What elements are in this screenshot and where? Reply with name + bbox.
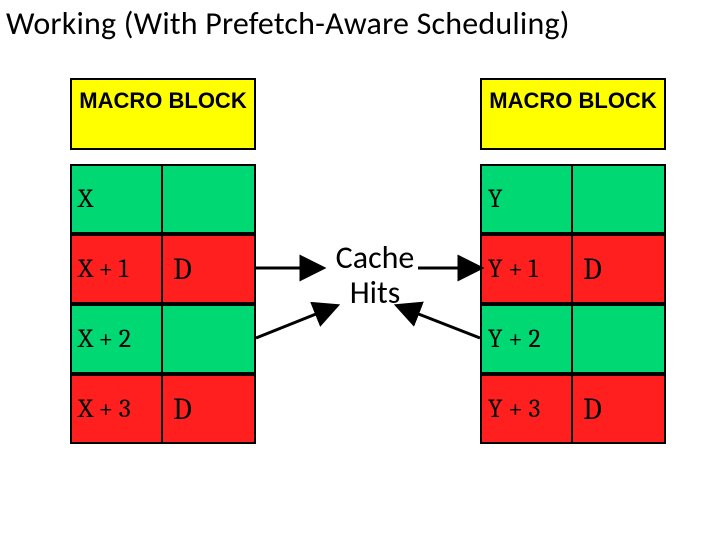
right-row-2-d	[573, 306, 664, 372]
right-row-0-label: Y	[482, 166, 573, 232]
left-row-2: X + 2	[70, 304, 256, 374]
right-row-3: Y + 3 D	[480, 374, 666, 444]
arrow-right-2	[398, 306, 480, 338]
right-row-1: Y + 1 D	[480, 234, 666, 304]
right-row-0-d	[573, 166, 664, 232]
left-row-0-d	[163, 166, 254, 232]
left-row-3: X + 3 D	[70, 374, 256, 444]
macro-block-header-right: MACRO BLOCK	[480, 78, 666, 150]
left-row-1-d: D	[163, 236, 254, 302]
left-row-1-label: X + 1	[72, 236, 163, 302]
left-row-3-d: D	[163, 376, 254, 442]
right-row-1-d: D	[573, 236, 664, 302]
right-row-2-label: Y + 2	[482, 306, 573, 372]
right-row-3-d: D	[573, 376, 664, 442]
right-row-0: Y	[480, 164, 666, 234]
left-row-3-label: X + 3	[72, 376, 163, 442]
arrow-left-2	[256, 306, 336, 338]
right-row-3-label: Y + 3	[482, 376, 573, 442]
right-row-2: Y + 2	[480, 304, 666, 374]
page-title: Working (With Prefetch-Aware Scheduling)	[0, 4, 720, 43]
left-row-0: X	[70, 164, 256, 234]
left-row-0-label: X	[72, 166, 163, 232]
macro-block-header-left: MACRO BLOCK	[70, 78, 256, 150]
left-row-2-d	[163, 306, 254, 372]
cache-hits-label: Cache Hits	[320, 240, 430, 310]
right-row-1-label: Y + 1	[482, 236, 573, 302]
left-row-1: X + 1 D	[70, 234, 256, 304]
left-row-2-label: X + 2	[72, 306, 163, 372]
